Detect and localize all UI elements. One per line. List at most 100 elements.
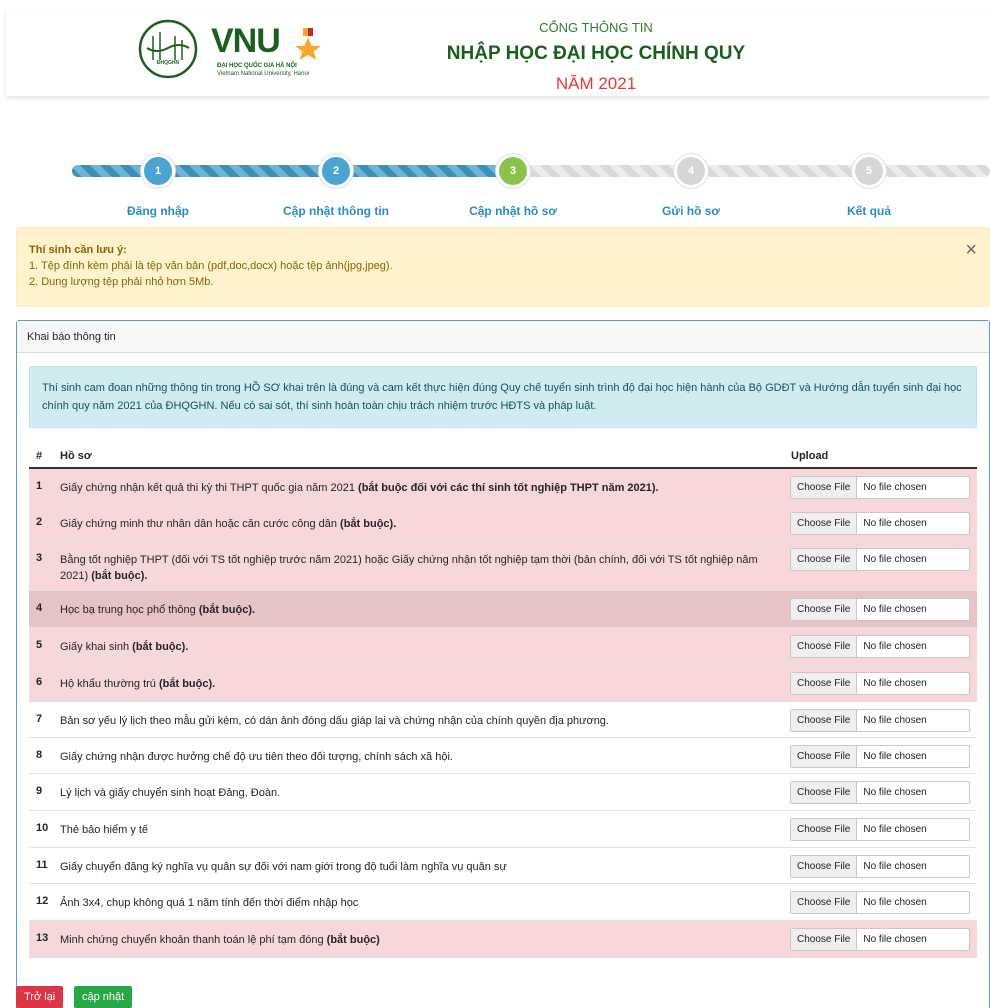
notice-alert: Thí sinh cần lưu ý: 1. Tệp đính kèm phải… bbox=[16, 227, 990, 307]
choose-file-button[interactable]: Choose File bbox=[791, 782, 858, 803]
choose-file-button[interactable]: Choose File bbox=[791, 929, 858, 950]
table-row: 9 Lý lịch và giấy chuyển sinh hoạt Đảng, … bbox=[29, 774, 977, 811]
choose-file-button[interactable]: Choose File bbox=[791, 513, 858, 534]
choose-file-button[interactable]: Choose File bbox=[791, 819, 858, 840]
file-upload-input[interactable]: Choose File No file chosen bbox=[790, 855, 970, 878]
choose-file-button[interactable]: Choose File bbox=[791, 673, 858, 694]
page-title: NHẬP HỌC ĐẠI HỌC CHÍNH QUY bbox=[446, 43, 746, 64]
card-header: Khai báo thông tin bbox=[17, 321, 989, 353]
file-status: No file chosen bbox=[863, 678, 927, 689]
alert-line-2: 2. Dung lượng tệp phải nhỏ hơn 5Mb. bbox=[29, 276, 214, 288]
col-num-header: # bbox=[36, 450, 43, 462]
file-upload-input[interactable]: Choose File No file chosen bbox=[790, 635, 970, 658]
document-text: Giấy chứng minh thư nhân dân hoặc căn cư… bbox=[60, 518, 341, 530]
col-doc-header: Hồ sơ bbox=[60, 450, 92, 462]
row-number: 12 bbox=[36, 895, 49, 907]
file-upload-input[interactable]: Choose File No file chosen bbox=[790, 928, 970, 951]
step-4-indicator: 4 bbox=[674, 154, 708, 188]
vnu-emblem-icon: ĐHQGHN bbox=[138, 19, 198, 79]
step-2-indicator: 2 bbox=[319, 154, 353, 188]
close-icon[interactable]: × bbox=[965, 240, 977, 260]
requirement-note: (bắt buộc). bbox=[198, 604, 256, 616]
stepper-bar-todo bbox=[512, 165, 990, 177]
file-upload-input[interactable]: Choose File No file chosen bbox=[790, 709, 970, 732]
row-number: 7 bbox=[36, 713, 43, 725]
choose-file-button[interactable]: Choose File bbox=[791, 477, 858, 498]
step-1-label: Đăng nhập bbox=[127, 204, 189, 218]
file-upload-input[interactable]: Choose File No file chosen bbox=[790, 512, 970, 535]
file-status: No file chosen bbox=[863, 604, 927, 615]
row-number: 6 bbox=[36, 676, 43, 688]
update-button[interactable]: cập nhật bbox=[74, 986, 133, 1008]
file-upload-input[interactable]: Choose File No file chosen bbox=[790, 891, 970, 914]
logo-subtitle-vn: ĐẠI HỌC QUỐC GIA HÀ NỘI bbox=[217, 63, 297, 69]
file-upload-input[interactable]: Choose File No file chosen bbox=[790, 598, 970, 621]
document-name: Ảnh 3x4, chụp không quá 1 năm tính đến t… bbox=[60, 895, 780, 911]
table-row: 11 Giấy chuyển đăng ký nghĩa vụ quân sự đ… bbox=[29, 848, 977, 884]
document-name: Hộ khẩu thường trú (bắt buộc). bbox=[60, 676, 780, 692]
col-upload-header: Upload bbox=[791, 450, 829, 462]
step-1-indicator: 1 bbox=[141, 154, 175, 188]
choose-file-button[interactable]: Choose File bbox=[791, 856, 858, 877]
logo-subtitle-en: Vietnam National University, Hanoi bbox=[217, 71, 310, 77]
file-upload-input[interactable]: Choose File No file chosen bbox=[790, 548, 970, 571]
requirement-note: (bắt buộc) bbox=[326, 934, 380, 946]
file-status: No file chosen bbox=[863, 824, 927, 835]
site-header: ĐHQGHN VNU ĐẠI HỌC QUỐC GIA HÀ NỘI Vietn… bbox=[6, 10, 990, 96]
choose-file-button[interactable]: Choose File bbox=[791, 710, 858, 731]
page-year: NĂM 2021 bbox=[555, 74, 637, 93]
document-name: Giấy chứng nhận được hưởng chế độ ưu tiê… bbox=[60, 749, 780, 765]
choose-file-button[interactable]: Choose File bbox=[791, 892, 858, 913]
row-number: 5 bbox=[36, 639, 43, 651]
table-row: 10 Thẻ bảo hiểm y tế Choose File No file ch… bbox=[29, 811, 977, 848]
choose-file-button[interactable]: Choose File bbox=[791, 636, 858, 657]
row-number: 9 bbox=[36, 785, 43, 797]
file-upload-input[interactable]: Choose File No file chosen bbox=[790, 818, 970, 841]
requirement-note: (bắt buộc). bbox=[91, 570, 148, 582]
row-number: 1 bbox=[36, 480, 43, 492]
stepper-bar-done bbox=[72, 165, 512, 177]
table-row: 8 Giấy chứng nhận được hưởng chế độ ưu ti… bbox=[29, 738, 977, 774]
document-name: Giấy chuyển đăng ký nghĩa vụ quân sự đối… bbox=[60, 859, 780, 875]
alert-title: Thí sinh cần lưu ý: bbox=[29, 244, 127, 256]
table-body: 1 Giấy chứng nhận kết quả thi kỳ thi THPT… bbox=[29, 469, 977, 958]
table-row: 3 Bằng tốt nghiệp THPT (đối với TS tốt ng… bbox=[29, 541, 977, 591]
step-3-indicator: 3 bbox=[496, 154, 530, 188]
file-status: No file chosen bbox=[863, 861, 927, 872]
file-upload-input[interactable]: Choose File No file chosen bbox=[790, 672, 970, 695]
table-row: 1 Giấy chứng nhận kết quả thi kỳ thi THPT… bbox=[29, 469, 977, 505]
document-name: Thẻ bảo hiểm y tế bbox=[60, 822, 780, 838]
document-name: Lý lịch và giấy chuyển sinh hoạt Đảng, Đ… bbox=[60, 785, 780, 801]
table-row: 5 Giấy khai sinh (bắt buộc). Choose File No… bbox=[29, 628, 977, 665]
row-number: 3 bbox=[36, 552, 43, 564]
file-status: No file chosen bbox=[863, 751, 927, 762]
step-5-label: Kết quả bbox=[846, 204, 891, 218]
document-text: Thẻ bảo hiểm y tế bbox=[60, 824, 149, 836]
table-row: 7 Bản sơ yếu lý lịch theo mẫu gửi kèm, có… bbox=[29, 702, 977, 738]
document-text: Giấy chứng nhận được hưởng chế độ ưu tiê… bbox=[60, 751, 453, 763]
document-text: Giấy chứng nhận kết quả thi kỳ thi THPT … bbox=[60, 482, 359, 494]
document-text: Minh chứng chuyển khoản thanh toán lệ ph… bbox=[60, 934, 327, 946]
step-4-label: Gửi hồ sơ bbox=[662, 204, 720, 218]
file-upload-input[interactable]: Choose File No file chosen bbox=[790, 745, 970, 768]
table-row: 6 Hộ khẩu thường trú (bắt buộc). Choose Fi… bbox=[29, 665, 977, 702]
document-text: Học bạ trung học phổ thông bbox=[60, 604, 199, 616]
file-status: No file chosen bbox=[863, 641, 927, 652]
table-row: 13 Minh chứng chuyển khoản thanh toán lệ … bbox=[29, 921, 977, 958]
file-upload-input[interactable]: Choose File No file chosen bbox=[790, 476, 970, 499]
commitment-info: Thí sinh cam đoan những thông tin trong … bbox=[29, 366, 977, 428]
choose-file-button[interactable]: Choose File bbox=[791, 746, 858, 767]
file-status: No file chosen bbox=[863, 554, 927, 565]
document-name: Bản sơ yếu lý lịch theo mẫu gửi kèm, có … bbox=[60, 713, 780, 729]
choose-file-button[interactable]: Choose File bbox=[791, 599, 858, 620]
choose-file-button[interactable]: Choose File bbox=[791, 549, 858, 570]
back-button[interactable]: Trở lại bbox=[16, 986, 64, 1008]
portal-label: CỔNG THÔNG TIN bbox=[539, 20, 653, 35]
file-status: No file chosen bbox=[863, 897, 927, 908]
document-text: Bản sơ yếu lý lịch theo mẫu gửi kèm, có … bbox=[60, 715, 609, 727]
requirement-note: (bắt buộc đối với các thí sinh tốt nghiệ… bbox=[358, 482, 659, 494]
file-upload-input[interactable]: Choose File No file chosen bbox=[790, 781, 970, 804]
document-name: Học bạ trung học phổ thông (bắt buộc). bbox=[60, 602, 780, 618]
row-number: 13 bbox=[36, 932, 49, 944]
row-number: 10 bbox=[36, 822, 49, 834]
